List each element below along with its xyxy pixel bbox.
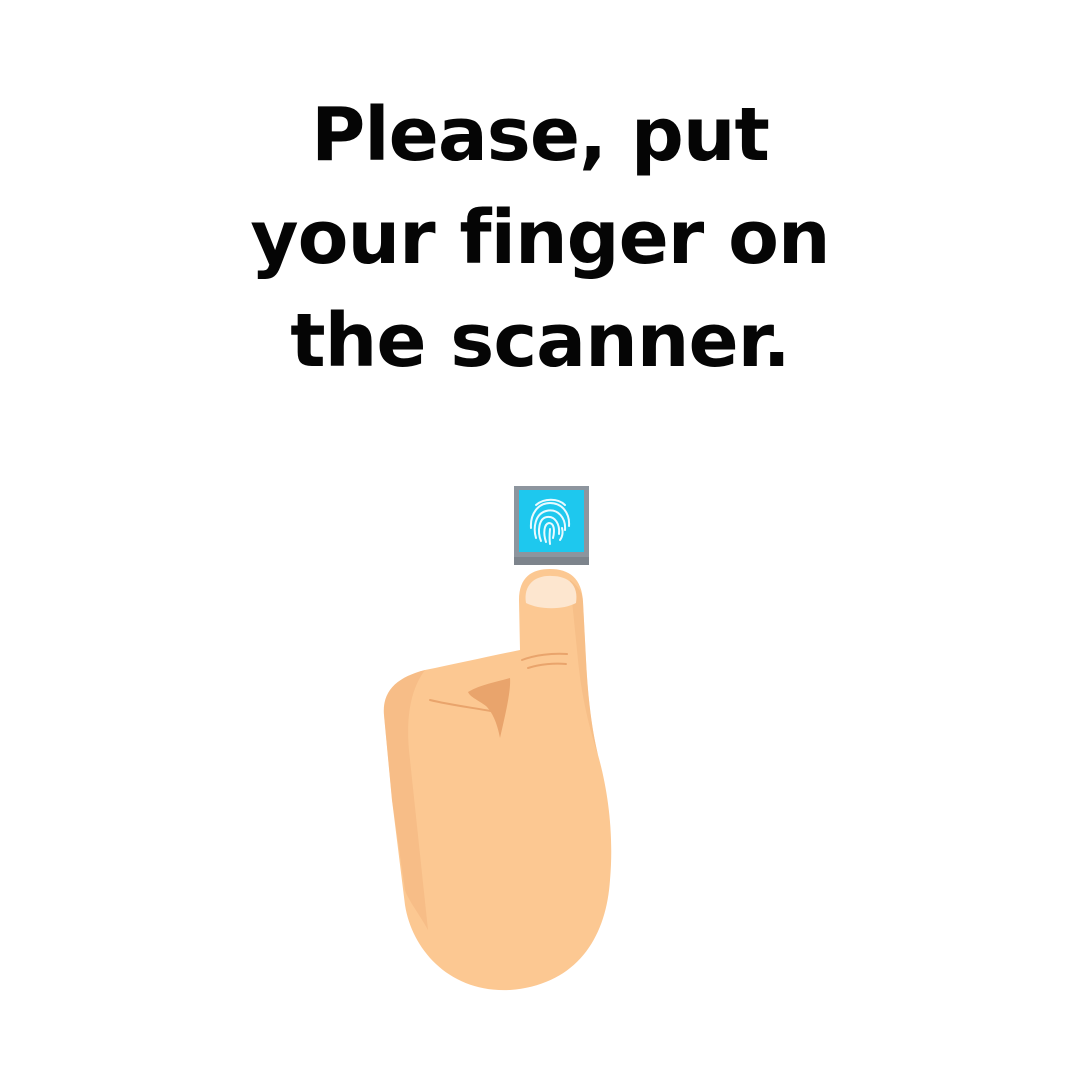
scan-illustration	[383, 486, 612, 991]
fingerprint-scan-screen: Please, put your finger on the scanner.	[0, 0, 1080, 1080]
fingerprint-scanner[interactable]	[514, 486, 589, 565]
scanner-frame-bottom	[514, 557, 589, 565]
pointing-hand-icon	[383, 569, 612, 991]
